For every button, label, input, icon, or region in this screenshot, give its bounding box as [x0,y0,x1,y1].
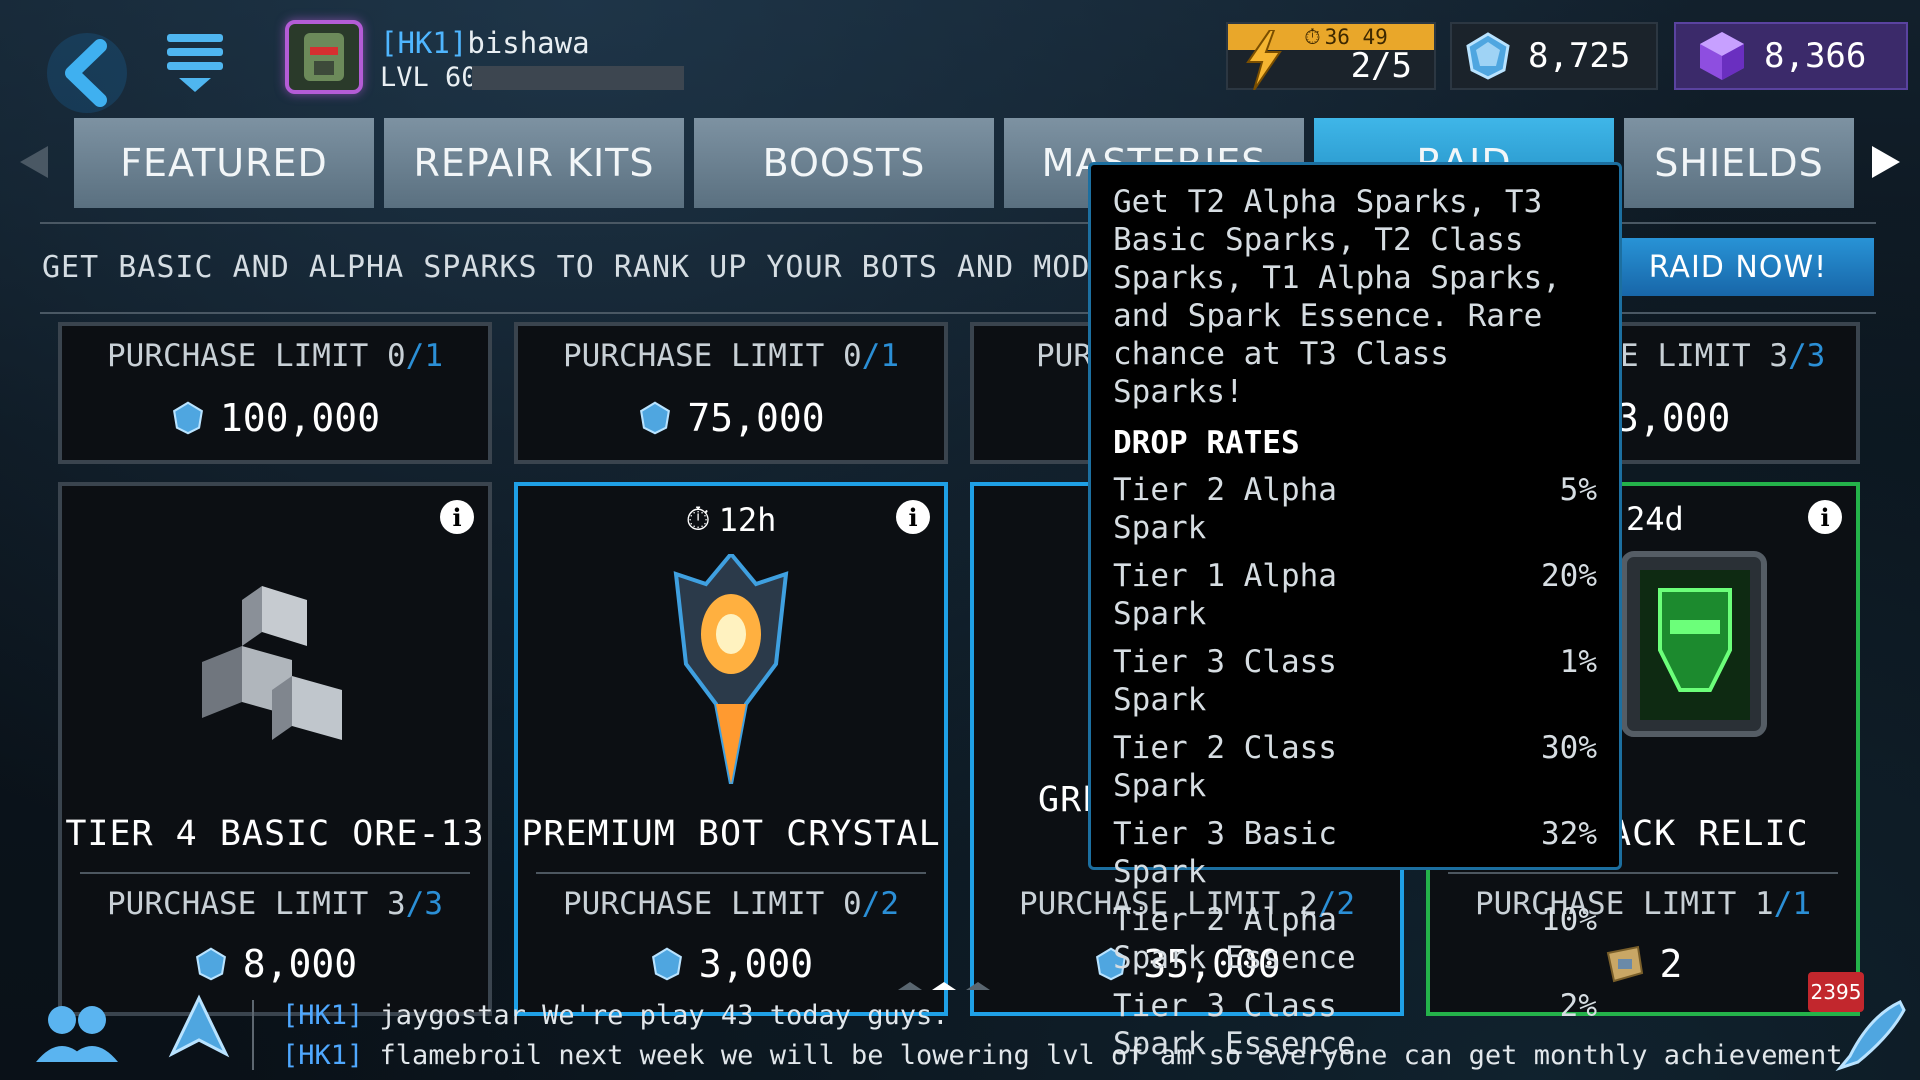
raid-now-button[interactable]: RAID NOW! [1602,238,1874,296]
purchase-limit: PURCHASE LIMIT 3/3 [107,886,443,922]
friends-icon[interactable] [32,1000,122,1066]
send-chat-icon[interactable] [168,994,230,1064]
card-divider [80,872,470,874]
gem-currency[interactable]: 8,366 [1674,22,1908,90]
energy-box[interactable]: ⏱ 36 49 2/5 [1226,22,1436,90]
drop-rate-row: Tier 2 Alpha Spark Essence 10% [1113,902,1597,976]
chat-message: [HK1] jaygostar We're play 43 today guys… [282,1000,949,1031]
back-arrow-icon[interactable] [42,28,132,118]
ore-crystal-icon [1466,32,1510,80]
ore-currency[interactable]: 8,725 [1450,22,1658,90]
menu-icon[interactable] [165,28,225,98]
gem-cube-icon [1700,32,1744,80]
stopwatch-icon: ⏱ [1304,24,1321,49]
purchase-limit: PURCHASE LIMIT 0/1 [107,338,443,374]
tooltip-description: Get T2 Alpha Sparks, T3 Basic Sparks, T2… [1113,184,1561,410]
tab-repair-kits[interactable]: REPAIR KITS [384,118,684,208]
tabs-left-arrow-icon[interactable] [14,142,54,182]
page-indicator [898,982,990,990]
drop-rate-row: Tier 3 Basic Spark 32% [1113,816,1597,890]
tab-shields[interactable]: SHIELDS [1624,118,1854,208]
lightning-icon [1246,30,1282,90]
tabs-right-arrow-icon[interactable] [1866,142,1906,182]
player-username: bishawa [467,26,590,60]
shop-card-top-2[interactable]: PURCHASE LIMIT 0/1 75,000 [514,322,948,464]
info-icon[interactable]: i [896,500,930,534]
price: 3,000 [518,942,944,986]
ore-cubes-icon [202,586,342,740]
item-title: TIER 4 BASIC ORE-13 [65,814,485,854]
price: 100,000 [62,396,488,440]
info-icon[interactable]: i [1808,500,1842,534]
card-divider [536,872,926,874]
drop-rate-row: Tier 2 Alpha Spark 5% [1113,472,1597,546]
card-timer: ⏱ 12h [685,500,777,539]
player-level: LVL 60 [380,62,478,93]
ore-crystal-icon [640,401,671,435]
shop-card-ore[interactable]: i TIER 4 BASIC ORE-13 PURCHASE LIMIT 3/3… [58,482,492,1016]
stopwatch-icon: ⏱ [685,500,711,538]
robot-face-icon [304,33,344,81]
promo-text: GET BASIC AND ALPHA SPARKS TO RANK UP YO… [42,250,1129,285]
relic-icon [1621,551,1767,737]
drop-rates-tooltip: Get T2 Alpha Sparks, T3 Basic Sparks, T2… [1088,162,1622,1062]
chat-message: [HK1] flamebroil next week we will be lo… [282,1040,1843,1071]
shop-card-top-1[interactable]: PURCHASE LIMIT 0/1 100,000 [58,322,492,464]
raid-ticket-icon [1606,945,1643,983]
drop-rate-row: Tier 1 Alpha Spark 20% [1113,558,1597,632]
xp-bar [472,66,684,90]
ore-crystal-icon [172,401,203,435]
item-title: PREMIUM BOT CRYSTAL [521,814,941,854]
ore-crystal-icon [195,947,226,981]
player-name: [HK1]bishawa [380,26,590,60]
tab-boosts[interactable]: BOOSTS [694,118,994,208]
purchase-limit: PURCHASE LIMIT 0/1 [563,338,899,374]
player-avatar[interactable] [285,20,363,94]
drop-rate-row: Tier 2 Class Spark 30% [1113,730,1597,804]
price: 8,000 [62,942,488,986]
premium-crystal-icon [673,554,789,784]
gem-amount: 8,366 [1764,36,1867,76]
shop-card-crystal[interactable]: ⏱ 12h i PREMIUM BOT CRYSTAL PURCHASE LIMI… [514,482,948,1016]
drop-rates-title: DROP RATES [1113,425,1300,461]
ore-crystal-icon [651,947,682,981]
info-icon[interactable]: i [440,500,474,534]
chat-feather-icon[interactable] [1830,996,1910,1074]
player-clan-tag: [HK1] [380,26,468,60]
tab-featured[interactable]: FEATURED [74,118,374,208]
purchase-limit: PURCHASE LIMIT 0/2 [563,886,899,922]
ore-amount: 8,725 [1528,36,1631,76]
energy-value: 2/5 [1350,46,1412,86]
chat-separator [252,1000,254,1070]
drop-rate-row: Tier 3 Class Spark 1% [1113,644,1597,718]
price: 75,000 [518,396,944,440]
